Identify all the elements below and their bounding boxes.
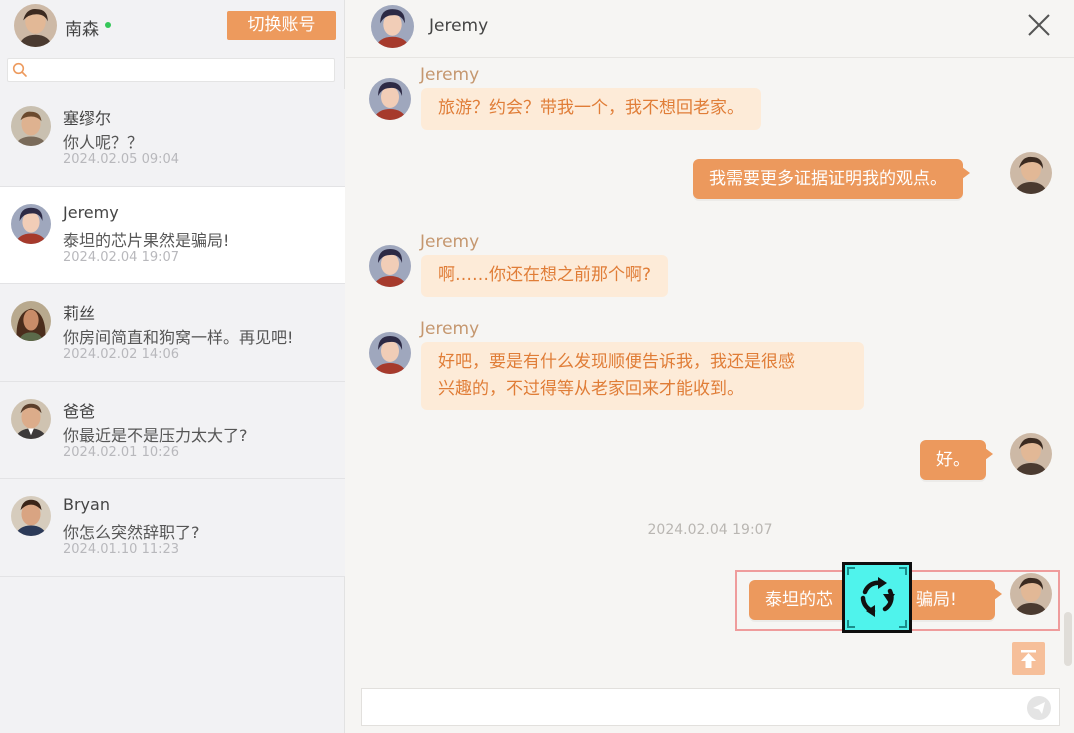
current-user-header: 南森 切换账号 [0,0,345,56]
conversation-last-message: 你最近是不是压力太大了? [63,425,248,445]
chat-header: Jeremy [346,0,1074,58]
conversation-name: Jeremy [63,202,119,222]
conversation-last-message: 你怎么突然辞职了? [63,523,200,542]
avatar [11,398,51,439]
avatar[interactable] [369,245,411,287]
conversation-time: 2024.02.02 14:06 [63,347,180,362]
search-input[interactable] [32,60,332,80]
conversation-sidebar: 南森 切换账号 塞缪尔 你人呢？？ 2024.02.05 09:04 Jerem… [0,0,345,733]
conversation-time: 2024.01.10 11:23 [63,542,180,557]
avatar[interactable] [14,4,57,47]
scrollbar-thumb[interactable] [1064,612,1072,666]
avatar[interactable] [1010,152,1052,194]
conversation-item-lisi[interactable]: 莉丝 你房间简直和狗窝一样。再见吧! 2024.02.02 14:06 [0,284,345,382]
chat-panel: Jeremy Jeremy 旅游？约会？带我一个，我不想回老家。 我需要更多证据… [346,0,1074,733]
conversation-item-samuel[interactable]: 塞缪尔 你人呢？？ 2024.02.05 09:04 [0,89,345,187]
message-sender-name: Jeremy [420,232,480,252]
message-text-visible-right: 骗局! [916,590,957,610]
message-text-visible-left: 泰坦的芯 [765,590,833,610]
message-text-line: 好吧，要是有什么发现顺便告诉我，我还是很感 [438,352,795,372]
outgoing-message-bubble: 好。 [920,440,993,480]
refresh-cycle-icon [847,567,907,628]
message-input[interactable] [370,695,1010,719]
scrollbar-track[interactable] [1064,62,1072,668]
bubble-tail [985,448,993,460]
close-icon[interactable] [1026,12,1052,38]
message-sender-name: Jeremy [420,65,480,85]
message-text: 啊……你还在想之前那个啊? [438,265,652,285]
current-user-name: 南森 [65,20,99,40]
outgoing-message-bubble: 我需要更多证据证明我的观点。 [693,159,970,199]
arrow-up-to-top-icon [1021,650,1036,668]
chat-timestamp: 2024.02.04 19:07 [647,522,773,538]
send-icon[interactable] [1027,696,1051,720]
conversation-name: 爸爸 [63,401,96,421]
conversation-item-bryan[interactable]: Bryan 你怎么突然辞职了? 2024.01.10 11:23 [0,479,345,577]
incoming-message-bubble: 好吧，要是有什么发现顺便告诉我，我还是很感 兴趣的，不过得等从老家回来才能收到。 [421,342,864,410]
conversation-name: Bryan [63,495,110,514]
avatar [11,106,51,146]
message-text: 好。 [936,450,970,470]
bubble-tail [962,167,970,179]
conversation-last-message: 你人呢？？ [63,133,144,152]
conversation-time: 2024.02.04 19:07 [63,249,180,265]
conversation-name: 莉丝 [63,304,96,323]
avatar[interactable] [1010,433,1052,475]
avatar[interactable] [369,332,411,374]
avatar [11,301,51,341]
conversation-time: 2024.02.05 09:04 [63,152,180,167]
avatar[interactable] [369,78,411,120]
retry-overlay[interactable] [842,562,912,633]
message-text: 我需要更多证据证明我的观点。 [709,169,947,189]
avatar [11,496,51,536]
incoming-message-bubble: 啊……你还在想之前那个啊? [421,255,669,297]
message-text: 旅游？约会？带我一个，我不想回老家。 [438,98,744,118]
avatar[interactable] [371,5,414,48]
message-sender-name: Jeremy [420,319,480,339]
conversation-name: 塞缪尔 [63,109,112,128]
conversation-last-message: 泰坦的芯片果然是骗局! [63,230,230,250]
message-input-box[interactable] [361,688,1060,726]
conversation-last-message: 你房间简直和狗窝一样。再见吧! [63,328,294,347]
avatar[interactable] [1010,573,1052,615]
avatar [11,203,51,244]
scroll-to-top-button[interactable] [1012,642,1045,675]
conversation-time: 2024.02.01 10:26 [63,444,180,460]
bubble-tail [994,588,1002,600]
conversation-list: 塞缪尔 你人呢？？ 2024.02.05 09:04 Jeremy 泰坦的芯片果… [0,89,345,577]
online-status-dot [105,22,111,28]
message-text-line: 兴趣的，不过得等从老家回来才能收到。 [438,379,744,399]
conversation-item-jeremy[interactable]: Jeremy 泰坦的芯片果然是骗局! 2024.02.04 19:07 [0,186,345,284]
chat-contact-name: Jeremy [429,16,489,36]
search-box[interactable] [7,58,335,82]
search-icon [12,62,27,77]
conversation-item-dad[interactable]: 爸爸 你最近是不是压力太大了? 2024.02.01 10:26 [0,381,345,479]
switch-account-button[interactable]: 切换账号 [227,11,336,40]
retry-overlay-panel [845,565,909,630]
incoming-message-bubble: 旅游？约会？带我一个，我不想回老家。 [421,88,761,130]
